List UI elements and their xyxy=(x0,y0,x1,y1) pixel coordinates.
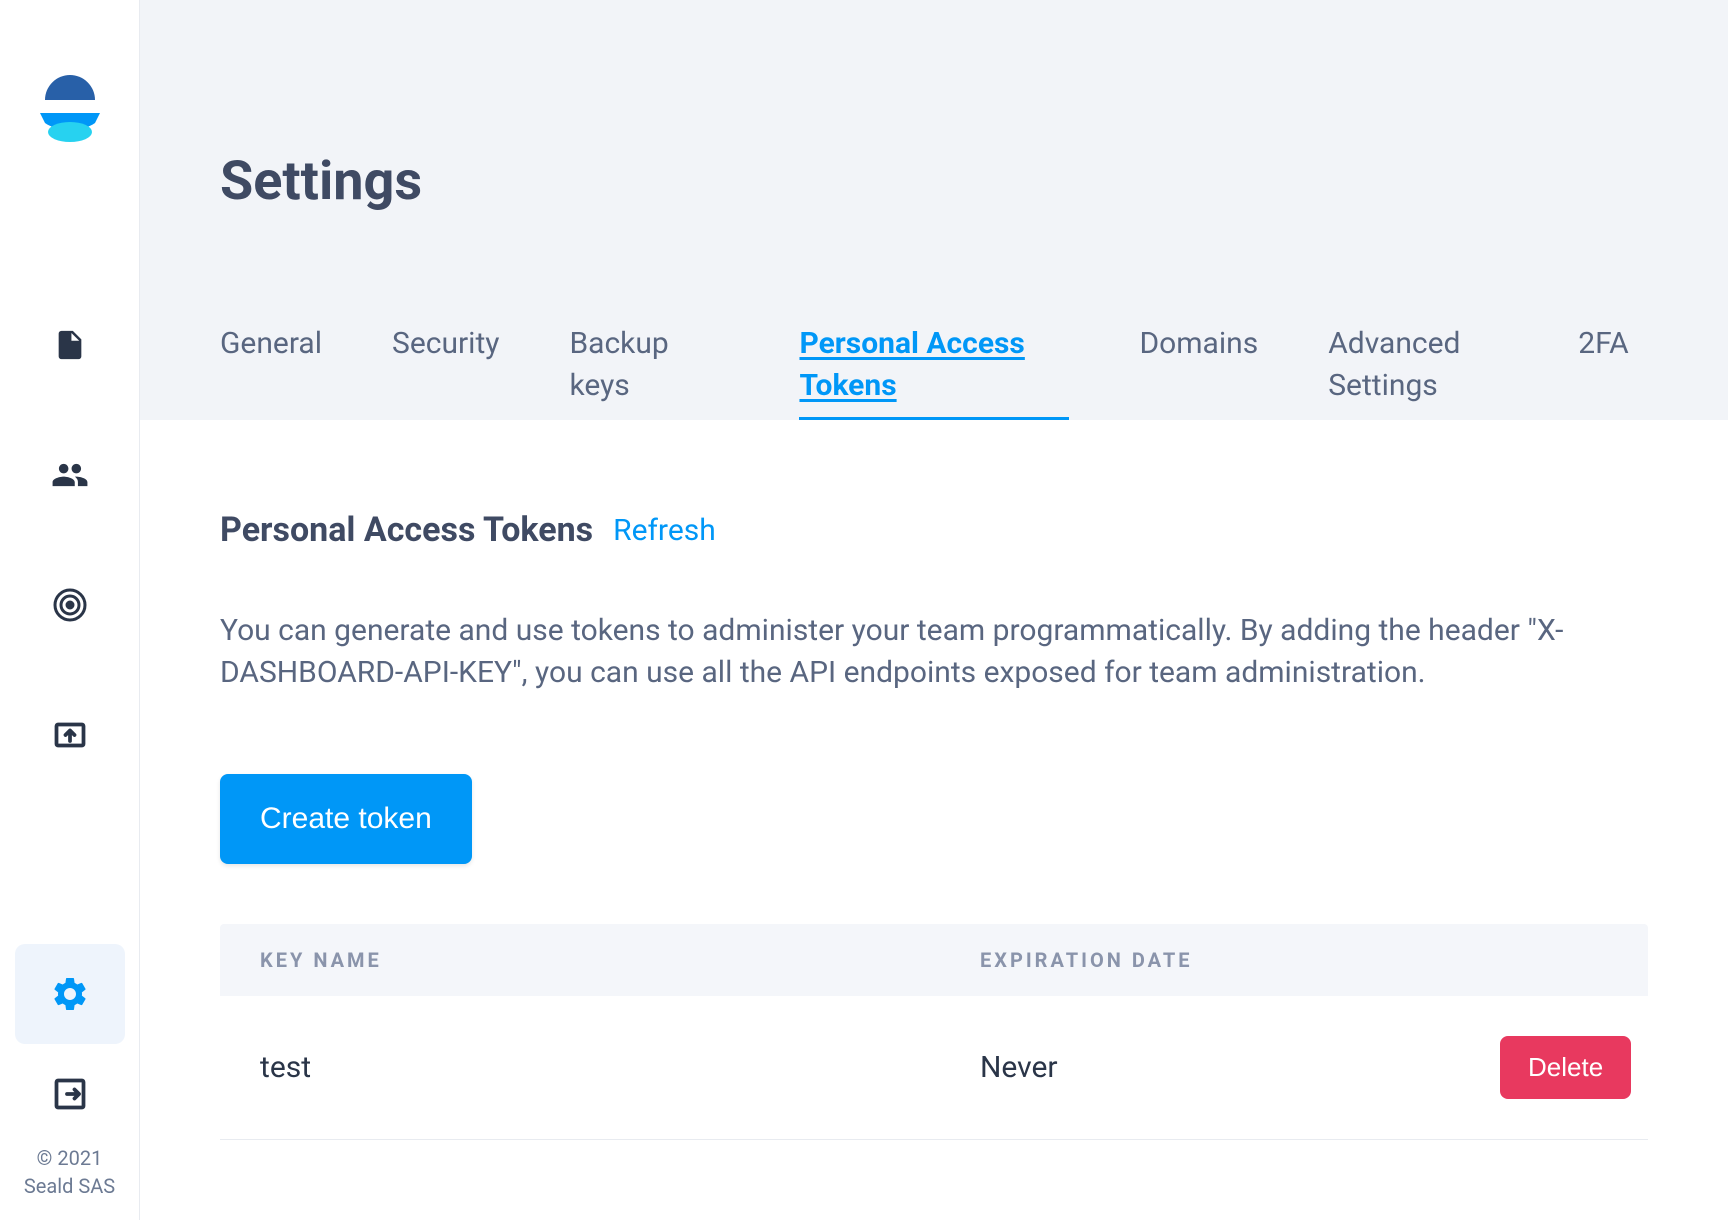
delete-button[interactable]: Delete xyxy=(1500,1036,1631,1099)
sidebar-item-documents[interactable] xyxy=(50,325,90,365)
users-icon xyxy=(51,456,89,494)
column-key-name: KEY NAME xyxy=(260,948,980,972)
cell-expiration-date: Never xyxy=(980,1050,1500,1085)
tab-advanced-settings[interactable]: Advanced Settings xyxy=(1328,323,1508,417)
logout-icon xyxy=(52,1076,88,1112)
tokens-table: KEY NAME EXPIRATION DATE test Never Dele… xyxy=(220,924,1648,1140)
tab-backup-keys[interactable]: Backup keys xyxy=(569,323,729,417)
copyright-year: © 2021 xyxy=(24,1144,115,1172)
tabs: General Security Backup keys Personal Ac… xyxy=(220,323,1648,420)
logo xyxy=(35,75,105,145)
sidebar-item-logout[interactable] xyxy=(50,1074,90,1114)
tab-general[interactable]: General xyxy=(220,323,322,375)
section-title: Personal Access Tokens xyxy=(220,510,593,550)
copyright-company: Seald SAS xyxy=(24,1172,115,1200)
column-expiration-date: EXPIRATION DATE xyxy=(980,948,1608,972)
tab-2fa[interactable]: 2FA xyxy=(1578,323,1629,375)
sidebar: © 2021 Seald SAS xyxy=(0,0,140,1220)
document-icon xyxy=(53,328,87,362)
cell-key-name: test xyxy=(260,1050,980,1085)
sidebar-item-export[interactable] xyxy=(50,715,90,755)
sidebar-item-users[interactable] xyxy=(50,455,90,495)
tab-domains[interactable]: Domains xyxy=(1139,323,1258,375)
sidebar-item-settings[interactable] xyxy=(15,944,125,1044)
copyright: © 2021 Seald SAS xyxy=(24,1144,115,1200)
create-token-button[interactable]: Create token xyxy=(220,774,472,864)
page-title: Settings xyxy=(220,150,1648,213)
sidebar-item-activity[interactable] xyxy=(50,585,90,625)
target-icon xyxy=(52,587,88,623)
tab-personal-access-tokens[interactable]: Personal Access Tokens xyxy=(799,323,1069,420)
table-header: KEY NAME EXPIRATION DATE xyxy=(220,924,1648,996)
upload-window-icon xyxy=(52,717,88,753)
tab-security[interactable]: Security xyxy=(392,323,499,375)
section-description: You can generate and use tokens to admin… xyxy=(220,610,1620,694)
refresh-link[interactable]: Refresh xyxy=(613,513,716,548)
table-row: test Never Delete xyxy=(220,996,1648,1140)
gear-icon xyxy=(50,974,90,1014)
